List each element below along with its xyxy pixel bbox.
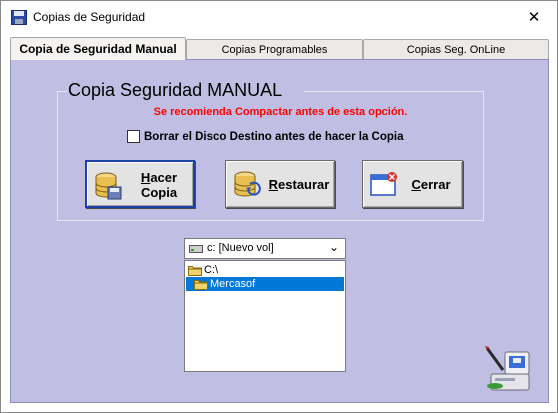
close-button[interactable]: Cerrar: [362, 160, 463, 208]
database-restore-icon: [234, 171, 261, 197]
close-button-label: Cerrar: [411, 177, 451, 192]
directory-list[interactable]: C:\ Mercasof: [184, 260, 346, 372]
clear-destination-option[interactable]: Borrar el Disco Destino antes de hacer l…: [127, 130, 403, 143]
tab-online-backups[interactable]: Copias Seg. OnLine: [363, 39, 549, 59]
open-folder-icon: [188, 265, 202, 276]
chevron-down-icon[interactable]: ⌄: [329, 240, 339, 254]
hard-drive-icon: [189, 245, 203, 253]
directory-item-label: Mercasof: [210, 278, 256, 290]
directory-item-label: C:\: [204, 264, 219, 276]
clear-destination-label: Borrar el Disco Destino antes de hacer l…: [144, 130, 404, 143]
close-window-icon: [370, 172, 397, 196]
backup-computer-icon: [485, 346, 530, 391]
restore-button[interactable]: Restaurar: [225, 160, 335, 208]
directory-item-root[interactable]: C:\: [186, 263, 344, 277]
backup-button[interactable]: Hacer Copia: [85, 160, 195, 208]
title-bar: Copias de Seguridad ✕: [1, 1, 557, 33]
backup-window: Copias de Seguridad ✕ Copia de Seguridad…: [0, 0, 558, 413]
tab-strip: Copia de Seguridad Manual Copias Program…: [10, 37, 549, 60]
drive-select[interactable]: c: [Nuevo vol] ⌄: [184, 238, 346, 259]
drive-select-value: c: [Nuevo vol]: [207, 242, 274, 254]
floppy-disk-icon: [11, 10, 27, 25]
restore-button-label: Restaurar: [268, 177, 330, 192]
backup-button-label: Hacer Copia: [140, 170, 178, 200]
window-close-button[interactable]: ✕: [519, 5, 549, 29]
group-title: Copia Seguridad MANUAL: [67, 80, 284, 101]
manual-backup-panel: Copia Seguridad MANUAL Se recomienda Com…: [10, 59, 549, 403]
directory-item-mercasof[interactable]: Mercasof: [186, 277, 344, 291]
tab-scheduled-backups[interactable]: Copias Programables: [186, 39, 363, 59]
window-title: Copias de Seguridad: [33, 10, 146, 24]
tab-manual-backup[interactable]: Copia de Seguridad Manual: [10, 37, 186, 60]
database-icon: [95, 172, 122, 200]
open-folder-icon: [194, 279, 208, 290]
clear-destination-checkbox[interactable]: [127, 130, 140, 143]
compact-warning: Se recomienda Compactar antes de esta op…: [153, 106, 408, 118]
